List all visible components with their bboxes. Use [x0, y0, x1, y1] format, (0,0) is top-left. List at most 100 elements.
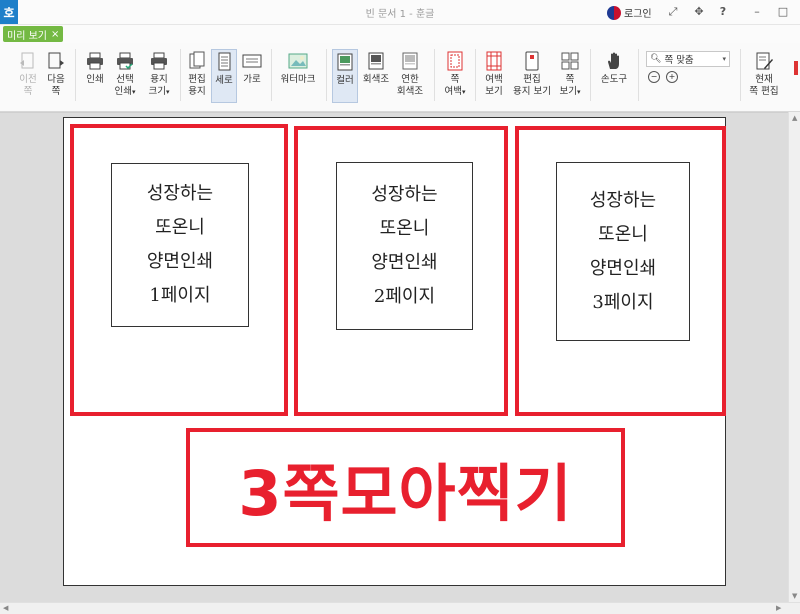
horizontal-scrollbar[interactable]: ◀ ▶ — [0, 602, 800, 614]
window-title: 빈 문서 1 - 훈글 — [365, 9, 435, 20]
ribbon-divider — [434, 49, 435, 101]
printer-icon — [85, 51, 105, 71]
expand-icon[interactable]: ⤢ — [666, 5, 680, 19]
prev-page-icon — [18, 51, 38, 71]
hand-tool-label: 손도구 — [600, 74, 628, 85]
select-print-icon — [115, 51, 135, 71]
login-label: 로그인 — [624, 9, 652, 20]
paper-size-button[interactable]: 용지 크기▾ — [145, 51, 173, 98]
next-page-label-2: 쪽 — [51, 86, 61, 97]
edit-paper-view-label-2: 용지 보기 — [513, 86, 551, 97]
help-icon[interactable]: ? — [716, 5, 730, 19]
margin-view-button[interactable]: 여백 보기 — [482, 51, 506, 98]
prev-page-button[interactable]: 이전 쪽 — [17, 51, 39, 98]
next-page-icon — [46, 51, 66, 71]
tab-preview[interactable]: 미리 보기 × — [3, 26, 64, 42]
portrait-label: 세로 — [215, 75, 233, 86]
page-text-line: 양면인쇄 — [371, 252, 438, 273]
ribbon-divider — [75, 49, 76, 101]
zoom-in-icon[interactable]: + — [666, 71, 678, 83]
hand-tool-button[interactable]: 손도구 — [598, 51, 630, 86]
watermark-icon — [288, 51, 308, 71]
page-text-line: 또온니 — [598, 223, 648, 245]
page-margin-label-1: 쪽 — [450, 74, 460, 85]
paper-size-icon — [149, 51, 169, 71]
ribbon-divider — [271, 49, 272, 101]
page-text-line: 양면인쇄 — [146, 251, 214, 272]
ribbon-divider — [740, 49, 741, 101]
grayscale-label: 회색조 — [362, 74, 390, 85]
page-margin-button[interactable]: 쪽 여백▾ — [442, 51, 468, 98]
light-grayscale-icon — [400, 51, 420, 71]
prev-page-label-2: 쪽 — [23, 86, 33, 97]
page-text-line: 성장하는 — [371, 184, 438, 205]
landscape-icon — [242, 51, 262, 71]
scroll-up-icon[interactable]: ▲ — [792, 114, 797, 122]
color-button[interactable]: 컬러 — [332, 49, 358, 103]
page-text-line: 또온니 — [155, 217, 205, 238]
page-view-label-2: 보기▾ — [559, 86, 581, 97]
hancom-logo-icon — [607, 5, 621, 20]
select-print-label-2: 인쇄▾ — [114, 86, 136, 97]
landscape-button[interactable]: 가로 — [241, 51, 263, 86]
edit-paper-view-button[interactable]: 편집 용지 보기 — [512, 51, 552, 98]
scroll-down-icon[interactable]: ▼ — [792, 592, 797, 600]
print-label: 인쇄 — [86, 74, 104, 85]
ribbon-divider — [326, 49, 327, 101]
zoom-out-icon[interactable]: − — [648, 71, 660, 83]
print-button[interactable]: 인쇄 — [83, 51, 107, 86]
login-button[interactable]: 로그인 — [607, 5, 652, 20]
edit-paper-icon — [187, 51, 207, 71]
title-bar: 호 빈 문서 1 - 훈글 로그인 ⤢ ✥ ? – □ — [0, 0, 800, 25]
next-page-button[interactable]: 다음 쪽 — [45, 51, 67, 98]
paper-size-label-2: 크기▾ — [148, 86, 170, 97]
page-text-line: 성장하는 — [146, 183, 214, 204]
edit-paper-label-1: 편집 — [188, 74, 206, 85]
ribbon-divider — [180, 49, 181, 101]
vertical-scrollbar[interactable]: ▲ ▼ — [788, 112, 800, 602]
scroll-right-icon[interactable]: ▶ — [776, 604, 781, 612]
scroll-left-icon[interactable]: ◀ — [3, 604, 8, 612]
page-text-line: 또온니 — [379, 218, 430, 239]
current-page-edit-label-1: 현재 — [755, 74, 773, 85]
page-margin-label-2: 여백▾ — [444, 86, 466, 97]
current-page-edit-label-2: 쪽 편집 — [749, 86, 779, 97]
ribbon-divider — [590, 49, 591, 101]
paper-size-label-1: 용지 — [150, 74, 168, 85]
page-margin-icon — [445, 51, 465, 71]
close-preview-icon[interactable] — [794, 61, 798, 75]
chevron-down-icon: ▾ — [722, 55, 726, 63]
light-grayscale-label-2: 회색조 — [396, 86, 424, 97]
edit-paper-button[interactable]: 편집 용지 — [186, 51, 208, 98]
move-icon[interactable]: ✥ — [692, 5, 706, 19]
next-page-label-1: 다음 — [47, 74, 65, 85]
thumbnail-page: 성장하는 또온니 양면인쇄 2페이지 — [336, 162, 473, 330]
grayscale-button[interactable]: 회색조 — [362, 51, 390, 86]
landscape-label: 가로 — [243, 74, 261, 85]
color-label: 컬러 — [336, 75, 354, 86]
margin-view-label-1: 여백 — [485, 74, 503, 85]
page-edit-icon — [754, 51, 774, 71]
edit-paper-label-2: 용지 — [188, 86, 206, 97]
tab-row: 미리 보기 × — [0, 25, 800, 43]
light-grayscale-label-1: 연한 — [401, 74, 419, 85]
close-icon[interactable]: × — [51, 29, 59, 40]
page-text-line: 성장하는 — [589, 189, 657, 211]
prev-page-label-1: 이전 — [19, 74, 37, 85]
select-print-label-1: 선택 — [116, 74, 134, 85]
page-view-button[interactable]: 쪽 보기▾ — [557, 51, 583, 98]
select-print-button[interactable]: 선택 인쇄▾ — [111, 51, 139, 98]
portrait-button[interactable]: 세로 — [211, 49, 237, 103]
zoom-select[interactable]: 🔍︎ 쪽 맞춤 ▾ — [646, 51, 730, 67]
light-grayscale-button[interactable]: 연한 회색조 — [395, 51, 425, 98]
margin-view-icon — [484, 51, 504, 71]
ribbon-divider — [475, 49, 476, 101]
page-text-line: 2페이지 — [373, 286, 436, 307]
portrait-icon — [214, 52, 234, 72]
maximize-icon[interactable]: □ — [776, 5, 790, 19]
current-page-edit-button[interactable]: 현재 쪽 편집 — [746, 51, 782, 98]
minimize-icon[interactable]: – — [750, 5, 764, 19]
page-view-icon — [560, 51, 580, 71]
edit-paper-view-icon — [522, 51, 542, 71]
watermark-button[interactable]: 워터마크 — [280, 51, 316, 86]
